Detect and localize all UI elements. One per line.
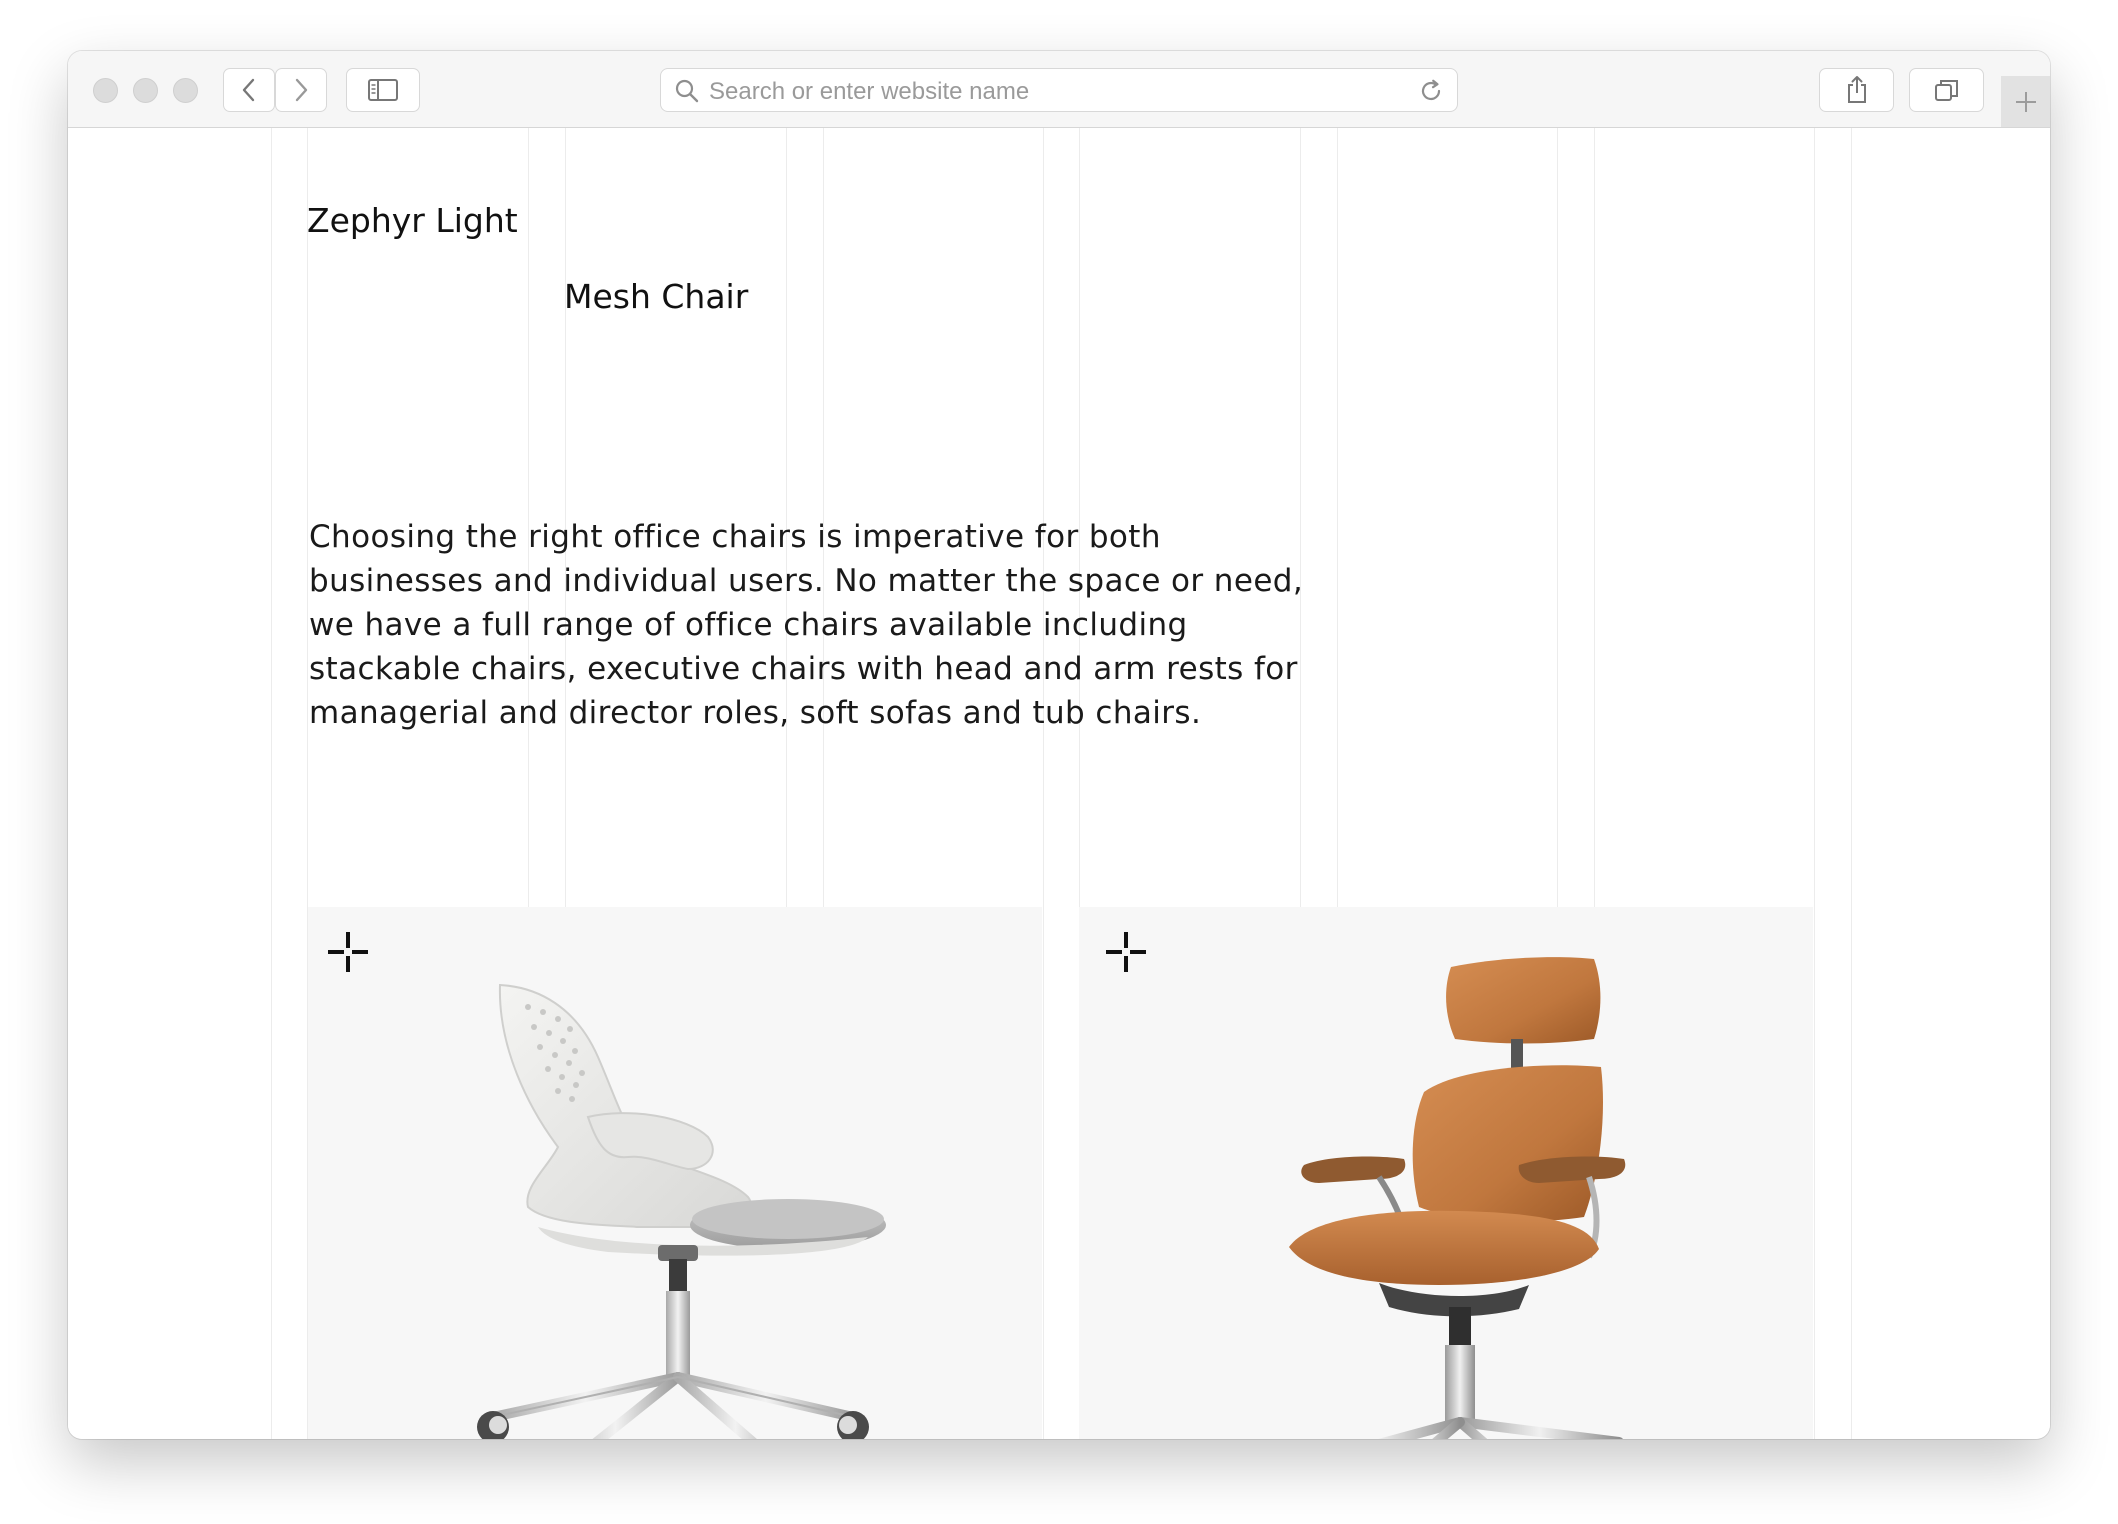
share-button[interactable]: [1819, 68, 1894, 112]
sidebar-button[interactable]: [346, 68, 420, 112]
grid-line: [1043, 128, 1044, 1439]
page-title-line-2: Mesh Chair: [564, 277, 749, 316]
page-content: Zephyr Light Mesh Chair Choosing the rig…: [68, 128, 2050, 1439]
new-tab-button[interactable]: [2001, 76, 2050, 127]
reload-icon[interactable]: [1418, 78, 1444, 104]
leather-chair-image: [1289, 957, 1626, 1439]
grid-line: [1814, 128, 1815, 1439]
browser-toolbar: Search or enter website name: [68, 51, 2050, 128]
product-card[interactable]: [308, 907, 1042, 1439]
search-icon: [675, 79, 699, 103]
address-placeholder: Search or enter website name: [709, 78, 1030, 105]
grid-line: [1851, 128, 1852, 1439]
grid-line: [1594, 128, 1595, 907]
grid-line: [1337, 128, 1338, 907]
minimize-window-button[interactable]: [133, 78, 158, 103]
white-chair-image: [477, 983, 886, 1439]
grid-line: [271, 128, 272, 1439]
plus-icon: [2015, 91, 2036, 112]
product-card[interactable]: [1079, 907, 1813, 1439]
close-window-button[interactable]: [93, 78, 118, 103]
zoom-window-button[interactable]: [173, 78, 198, 103]
share-icon: [1847, 76, 1866, 103]
product-description: Choosing the right office chairs is impe…: [309, 519, 1304, 731]
tabs-icon: [1934, 80, 1958, 101]
show-tabs-button[interactable]: [1909, 68, 1984, 112]
sidebar-icon: [368, 79, 398, 101]
forward-icon: [295, 78, 308, 102]
back-icon: [242, 78, 255, 102]
back-button[interactable]: [223, 68, 275, 112]
grid-line: [1557, 128, 1558, 907]
forward-button[interactable]: [275, 68, 327, 112]
browser-window: Search or enter website name Zephyr Ligh…: [68, 51, 2050, 1439]
page-title-line-1: Zephyr Light: [307, 201, 518, 240]
address-bar[interactable]: Search or enter website name: [660, 68, 1458, 112]
